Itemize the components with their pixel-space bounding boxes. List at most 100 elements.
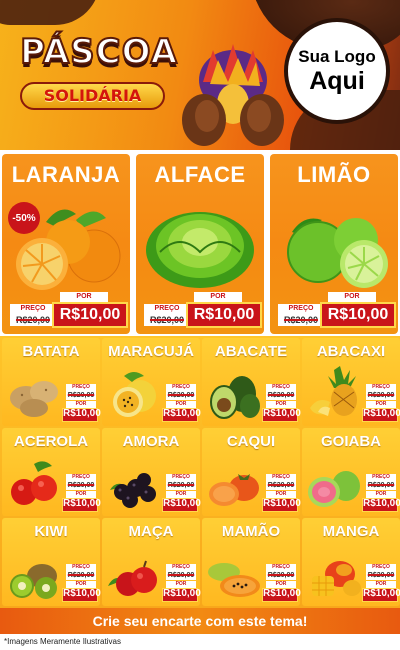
old-price: R$20,00 bbox=[266, 481, 296, 490]
guava-icon bbox=[308, 471, 360, 507]
avocado-icon bbox=[210, 376, 260, 419]
passionfruit-icon bbox=[113, 372, 156, 417]
product-name: GOIABA bbox=[321, 433, 381, 450]
price-label: PREÇO bbox=[366, 384, 396, 391]
price-label: PREÇO bbox=[66, 384, 96, 391]
chocolate-drip-decoration bbox=[0, 0, 100, 25]
product-card-abacaxi: ABACAXI PREÇO R$20,00 POR R$10,00 bbox=[302, 338, 400, 426]
product-name: MANGA bbox=[322, 523, 380, 540]
product-card-amora: AMORA PREÇO R$20,00 POR R$10,00 bbox=[102, 428, 201, 516]
price-label: PREÇO bbox=[266, 474, 296, 481]
product-name: LIMÃO bbox=[297, 162, 371, 187]
price-label: PREÇO bbox=[144, 304, 190, 314]
price-label: PREÇO bbox=[366, 474, 396, 481]
product-card-goiaba: GOIABA PREÇO R$20,00 POR R$10,00 bbox=[302, 428, 400, 516]
old-price: R$20,00 bbox=[366, 391, 396, 400]
acerola-icon bbox=[11, 461, 57, 505]
page-subtitle: SOLIDÁRIA bbox=[20, 82, 165, 110]
price-label: PREÇO bbox=[166, 474, 196, 481]
product-card-batata: BATATA PREÇO R$20,00 POR R$10,00 bbox=[2, 338, 101, 426]
product-name: ABACAXI bbox=[316, 343, 386, 360]
old-price: R$20,00 bbox=[278, 314, 324, 326]
page-title: PÁSCOA bbox=[19, 31, 178, 73]
apple-icon bbox=[108, 560, 157, 596]
new-price: R$10,00 bbox=[262, 498, 301, 512]
logo-text: Sua Logo bbox=[298, 46, 376, 66]
new-price: R$10,00 bbox=[362, 408, 400, 422]
discount-badge: -50% bbox=[8, 202, 40, 234]
product-card-maca: MAÇA PREÇO R$20,00 POR R$10,00 bbox=[102, 518, 201, 606]
logo-text: Aqui bbox=[309, 66, 365, 95]
product-card-caqui: CAQUI PREÇO R$20,00 POR R$10,00 bbox=[202, 428, 301, 516]
product-card-mamao: MAMÃO PREÇO R$20,00 POR R$10,00 bbox=[202, 518, 301, 606]
product-card-acerola: ACEROLA PREÇO R$20,00 POR R$10,00 bbox=[2, 428, 101, 516]
new-price: R$10,00 bbox=[262, 408, 301, 422]
logo-placeholder: Sua Logo Aqui bbox=[284, 18, 390, 124]
product-name: ALFACE bbox=[154, 162, 246, 187]
blackberry-icon bbox=[110, 473, 156, 508]
por-label: POR bbox=[366, 401, 396, 408]
old-price: R$20,00 bbox=[266, 391, 296, 400]
product-name: MAMÃO bbox=[221, 523, 281, 540]
disclaimer-text: *Imagens Meramente Ilustrativas bbox=[4, 637, 121, 646]
price-label: PREÇO bbox=[266, 564, 296, 571]
new-price: R$10,00 bbox=[186, 302, 262, 328]
price-label: PREÇO bbox=[166, 384, 196, 391]
old-price: R$20,00 bbox=[266, 571, 296, 580]
lime-icon bbox=[287, 218, 388, 288]
old-price: R$20,00 bbox=[366, 571, 396, 580]
old-price: R$20,00 bbox=[144, 314, 190, 326]
featured-card-limao: LIMÃO PREÇO R$20,00 POR R$10,00 bbox=[270, 154, 398, 334]
price-label: PREÇO bbox=[10, 304, 56, 314]
lettuce-icon bbox=[146, 212, 254, 288]
new-price: R$10,00 bbox=[62, 408, 101, 422]
new-price: R$10,00 bbox=[162, 498, 201, 512]
product-card-maracuja: MARACUJÁ PREÇO R$20,00 POR R$10,00 bbox=[102, 338, 201, 426]
product-name: AMORA bbox=[122, 433, 180, 450]
price-label: PREÇO bbox=[278, 304, 324, 314]
new-price: R$10,00 bbox=[62, 588, 101, 602]
por-label: POR bbox=[266, 491, 296, 498]
old-price: R$20,00 bbox=[66, 571, 96, 580]
old-price: R$20,00 bbox=[66, 481, 96, 490]
new-price: R$10,00 bbox=[62, 498, 101, 512]
new-price: R$10,00 bbox=[362, 498, 400, 512]
papaya-icon bbox=[208, 563, 260, 597]
por-label: POR bbox=[66, 491, 96, 498]
product-card-manga: MANGA PREÇO R$20,00 POR R$10,00 bbox=[302, 518, 400, 606]
price-label: PREÇO bbox=[266, 384, 296, 391]
new-price: R$10,00 bbox=[162, 408, 201, 422]
por-label: POR bbox=[266, 401, 296, 408]
easter-egg-icon bbox=[182, 44, 284, 146]
price-label: PREÇO bbox=[66, 474, 96, 481]
product-card-kiwi: KIWI PREÇO R$20,00 POR R$10,00 bbox=[2, 518, 101, 606]
por-label: POR bbox=[366, 491, 396, 498]
product-name: ACEROLA bbox=[13, 433, 89, 450]
por-label: POR bbox=[166, 401, 196, 408]
persimmon-icon bbox=[209, 474, 259, 506]
new-price: R$10,00 bbox=[162, 588, 201, 602]
old-price: R$20,00 bbox=[10, 314, 56, 326]
product-name: BATATA bbox=[22, 343, 80, 360]
new-price: R$10,00 bbox=[262, 588, 301, 602]
price-label: PREÇO bbox=[366, 564, 396, 571]
mango-icon bbox=[312, 561, 361, 596]
por-label: POR bbox=[66, 581, 96, 588]
por-label: POR bbox=[66, 401, 96, 408]
header-banner: PÁSCOA SOLIDÁRIA Sua Logo Aqui bbox=[0, 0, 400, 150]
por-label: POR bbox=[194, 292, 242, 302]
por-label: POR bbox=[166, 491, 196, 498]
old-price: R$20,00 bbox=[366, 481, 396, 490]
por-label: POR bbox=[366, 581, 396, 588]
new-price: R$10,00 bbox=[320, 302, 396, 328]
price-label: PREÇO bbox=[166, 564, 196, 571]
cta-banner: Crie seu encarte com este tema! bbox=[0, 608, 400, 634]
product-card-abacate: ABACATE PREÇO R$20,00 POR R$10,00 bbox=[202, 338, 301, 426]
product-name: MAÇA bbox=[128, 523, 174, 540]
new-price: R$10,00 bbox=[52, 302, 128, 328]
old-price: R$20,00 bbox=[166, 391, 196, 400]
old-price: R$20,00 bbox=[166, 571, 196, 580]
old-price: R$20,00 bbox=[166, 481, 196, 490]
featured-card-laranja: LARANJA -50% PREÇO R$20,00 POR R$10,00 bbox=[2, 154, 130, 334]
product-name: KIWI bbox=[34, 523, 68, 540]
